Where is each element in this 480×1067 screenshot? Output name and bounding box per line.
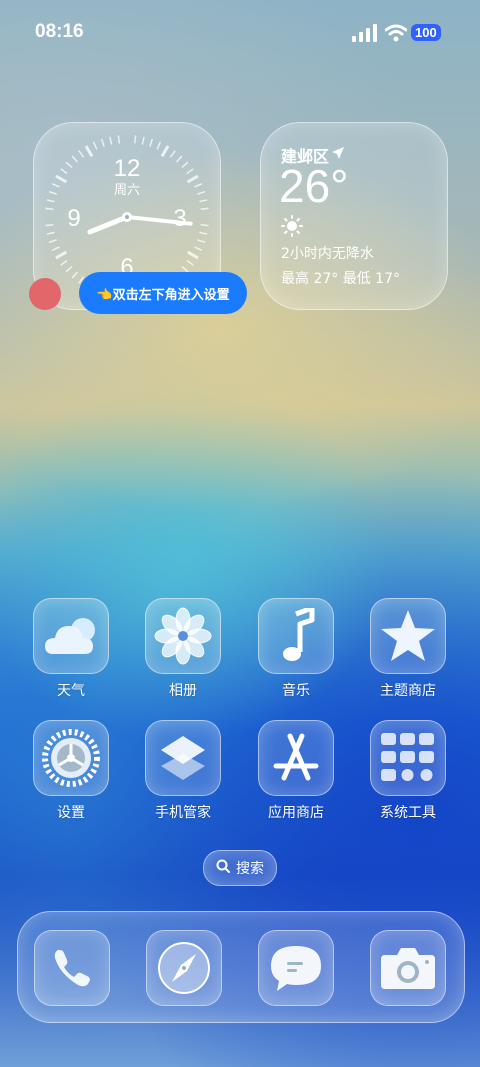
clock-tick [117,135,121,144]
settings-hint-bubble[interactable]: 👈双击左下角进入设置 [79,272,247,314]
message-icon[interactable] [258,930,334,1006]
clock-tick [51,246,60,252]
camera-icon[interactable] [370,930,446,1006]
clock-tick [186,259,194,266]
clock-tick [65,265,73,273]
flower-icon [145,598,221,674]
battery-icon: 100 [411,24,441,41]
weather-description: 2小时内无降水 [281,246,374,262]
clock-tick [186,174,199,184]
clock-tick [46,231,55,235]
app-label: 设置 [57,805,85,821]
clock-tick [199,199,208,203]
clock-day: 周六 [114,183,140,198]
clock-tick [46,199,55,203]
status-time: 08:16 [35,21,84,42]
app-theme-store[interactable]: 主题商店 [358,598,458,700]
clock-tick [149,138,154,147]
search-icon [216,859,230,877]
clock-tick [160,145,170,158]
clock-tick [84,145,94,158]
gear-icon [33,720,109,796]
appstore-icon [258,720,334,796]
sun-icon [281,215,303,241]
app-music[interactable]: 音乐 [246,598,346,700]
clock-tick [48,239,57,244]
app-photos[interactable]: 相册 [133,598,233,700]
clock-tick [200,223,209,227]
clock-tick [197,190,206,195]
weather-range: 最高 27° 最低 17° [281,271,400,287]
clock-tick [48,190,57,195]
app-app-store[interactable]: 应用商店 [246,720,346,822]
clock-numeral-3: 3 [173,205,186,232]
clock-tick [65,161,73,169]
compass-icon[interactable] [146,930,222,1006]
clock-tick [141,136,145,145]
app-label: 天气 [57,683,85,699]
app-label: 应用商店 [268,805,324,821]
clock-tick [156,141,162,150]
clock-tick [197,239,206,244]
clock-tick [194,182,203,188]
clock-tick [55,174,68,184]
app-label: 手机管家 [155,805,211,821]
weather-widget[interactable]: 建邺区 26° 2小时内无降水 最高 27° 最低 17° [260,122,448,310]
clock-tick [199,231,208,235]
clock-hour-hand [87,214,130,235]
clock-tick [194,246,203,252]
search-button[interactable]: 搜索 [203,850,277,886]
status-bar: 08:16 100 [0,0,480,66]
layers-icon [145,720,221,796]
clock-tick [45,207,54,211]
clock-tick [71,271,79,279]
app-system-tools[interactable]: 系统工具 [358,720,458,822]
clock-tick [181,161,189,169]
search-label: 搜索 [236,861,264,877]
clock-tick [60,259,68,266]
cloud-icon [33,598,109,674]
app-label: 相册 [169,683,197,699]
clock-tick [51,182,60,188]
clock-tick [133,135,137,144]
music-note-icon [258,598,334,674]
app-phone-manager[interactable]: 手机管家 [133,720,233,822]
tools-folder-icon [370,720,446,796]
clock-tick [175,155,183,163]
star-icon [370,598,446,674]
clock-numeral-9: 9 [67,205,80,232]
clock-tick [169,150,176,158]
dock [17,911,465,1023]
app-weather[interactable]: 天气 [21,598,121,700]
clock-tick [45,223,54,227]
clock-numeral-12: 12 [114,155,141,182]
app-settings[interactable]: 设置 [21,720,121,822]
settings-hotspot-dot[interactable] [29,278,61,310]
phone-icon[interactable] [34,930,110,1006]
app-label: 系统工具 [380,805,436,821]
clock-tick [60,168,68,175]
home-screen: 08:16 100 12 3 6 9 周六 建邺区 26° 2小时内无降水 最高… [0,0,480,1067]
clock-tick [186,250,199,260]
weather-temperature: 26° [279,160,349,212]
clock-tick [200,207,209,211]
clock-tick [100,138,105,147]
signal-icon [352,24,378,46]
wifi-icon [384,24,408,46]
clock-tick [55,250,68,260]
clock-tick [186,168,194,175]
app-label: 主题商店 [380,683,436,699]
clock-tick [71,155,79,163]
clock-tick [109,136,113,145]
app-label: 音乐 [282,683,310,699]
clock-tick [92,141,98,150]
clock-tick [78,150,85,158]
